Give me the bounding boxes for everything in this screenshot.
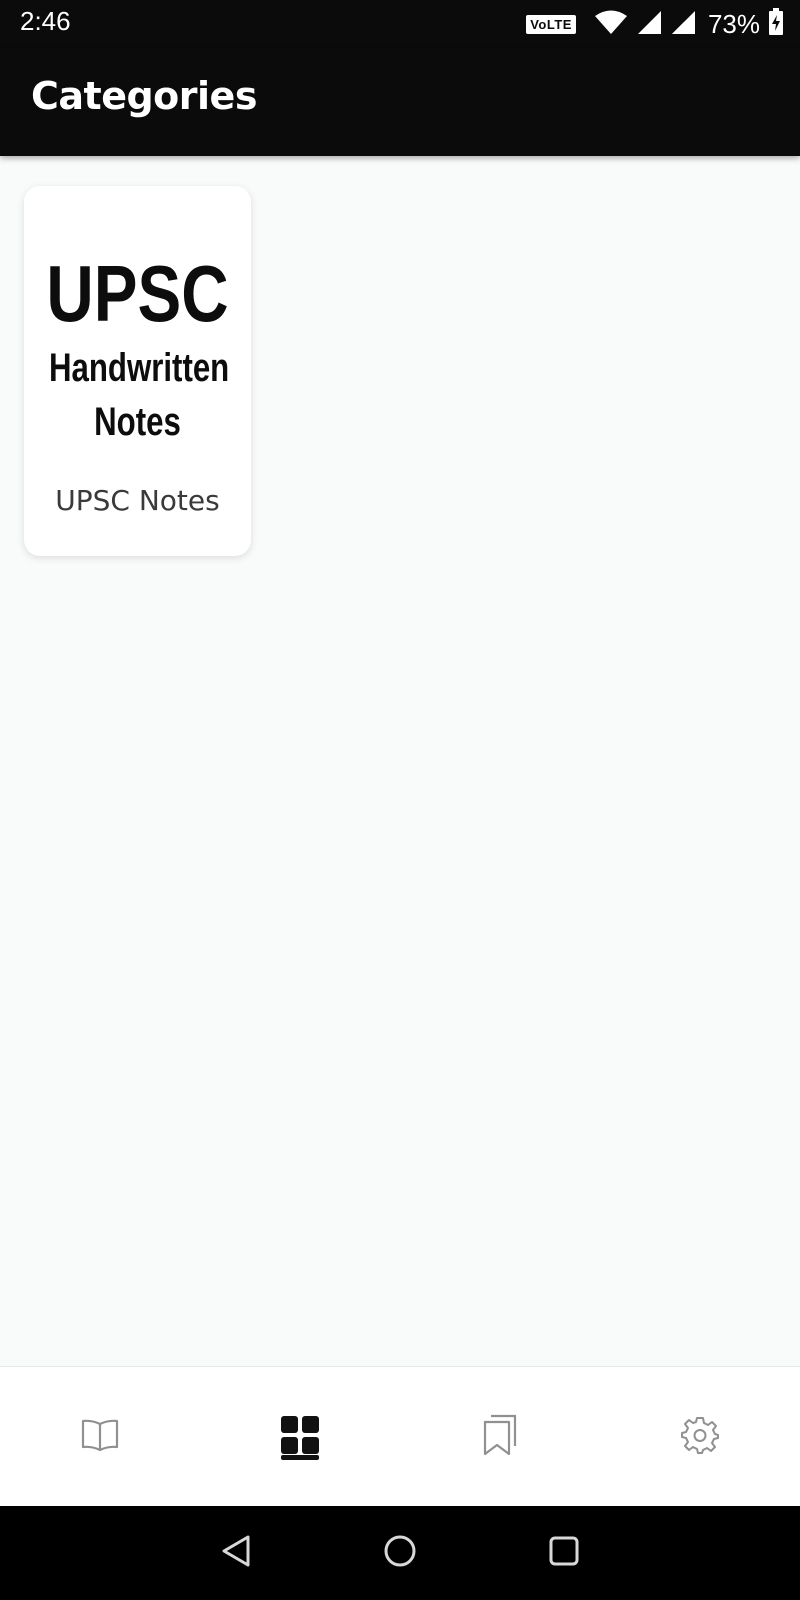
grid-icon (280, 1415, 320, 1459)
category-thumbnail: UPSC Handwritten Notes (24, 186, 251, 476)
category-card-upsc-notes[interactable]: UPSC Handwritten Notes UPSC Notes (24, 186, 251, 556)
signal-icon (636, 9, 662, 39)
active-tab-indicator (281, 1455, 319, 1460)
home-icon (383, 1534, 417, 1572)
gear-icon (681, 1416, 719, 1458)
battery-percent: 73% (707, 8, 760, 39)
bookmarks-icon (482, 1414, 518, 1460)
nav-item-categories[interactable] (200, 1367, 400, 1507)
recents-icon (548, 1535, 580, 1571)
system-back-button[interactable] (196, 1506, 276, 1600)
wifi-icon (594, 9, 628, 39)
nav-item-library[interactable] (0, 1367, 200, 1507)
status-bar: 2:46 VoLTE 73% (0, 0, 800, 48)
system-nav-bar (0, 1506, 800, 1600)
bottom-nav (0, 1366, 800, 1507)
screen: 2:46 VoLTE 73% Categories UPSC Handwritt… (0, 0, 800, 1600)
back-icon (220, 1534, 252, 1572)
category-label: UPSC Notes (55, 484, 220, 517)
app-bar: Categories (0, 48, 800, 156)
thumbnail-text-line3: Notes (94, 400, 181, 444)
status-time: 2:46 (20, 6, 71, 36)
volte-badge: VoLTE (526, 14, 576, 34)
nav-item-settings[interactable] (600, 1367, 800, 1507)
battery-charging-icon (768, 8, 784, 40)
system-recents-button[interactable] (524, 1506, 604, 1600)
book-icon (80, 1418, 120, 1456)
thumbnail-text-line1: UPSC (46, 249, 229, 338)
thumbnail-text-line2: Handwritten (48, 346, 230, 390)
nav-item-bookmarks[interactable] (400, 1367, 600, 1507)
status-icons: VoLTE 73% (526, 8, 784, 40)
signal-icon (670, 9, 696, 39)
system-home-button[interactable] (360, 1506, 440, 1600)
page-title: Categories (31, 74, 257, 118)
